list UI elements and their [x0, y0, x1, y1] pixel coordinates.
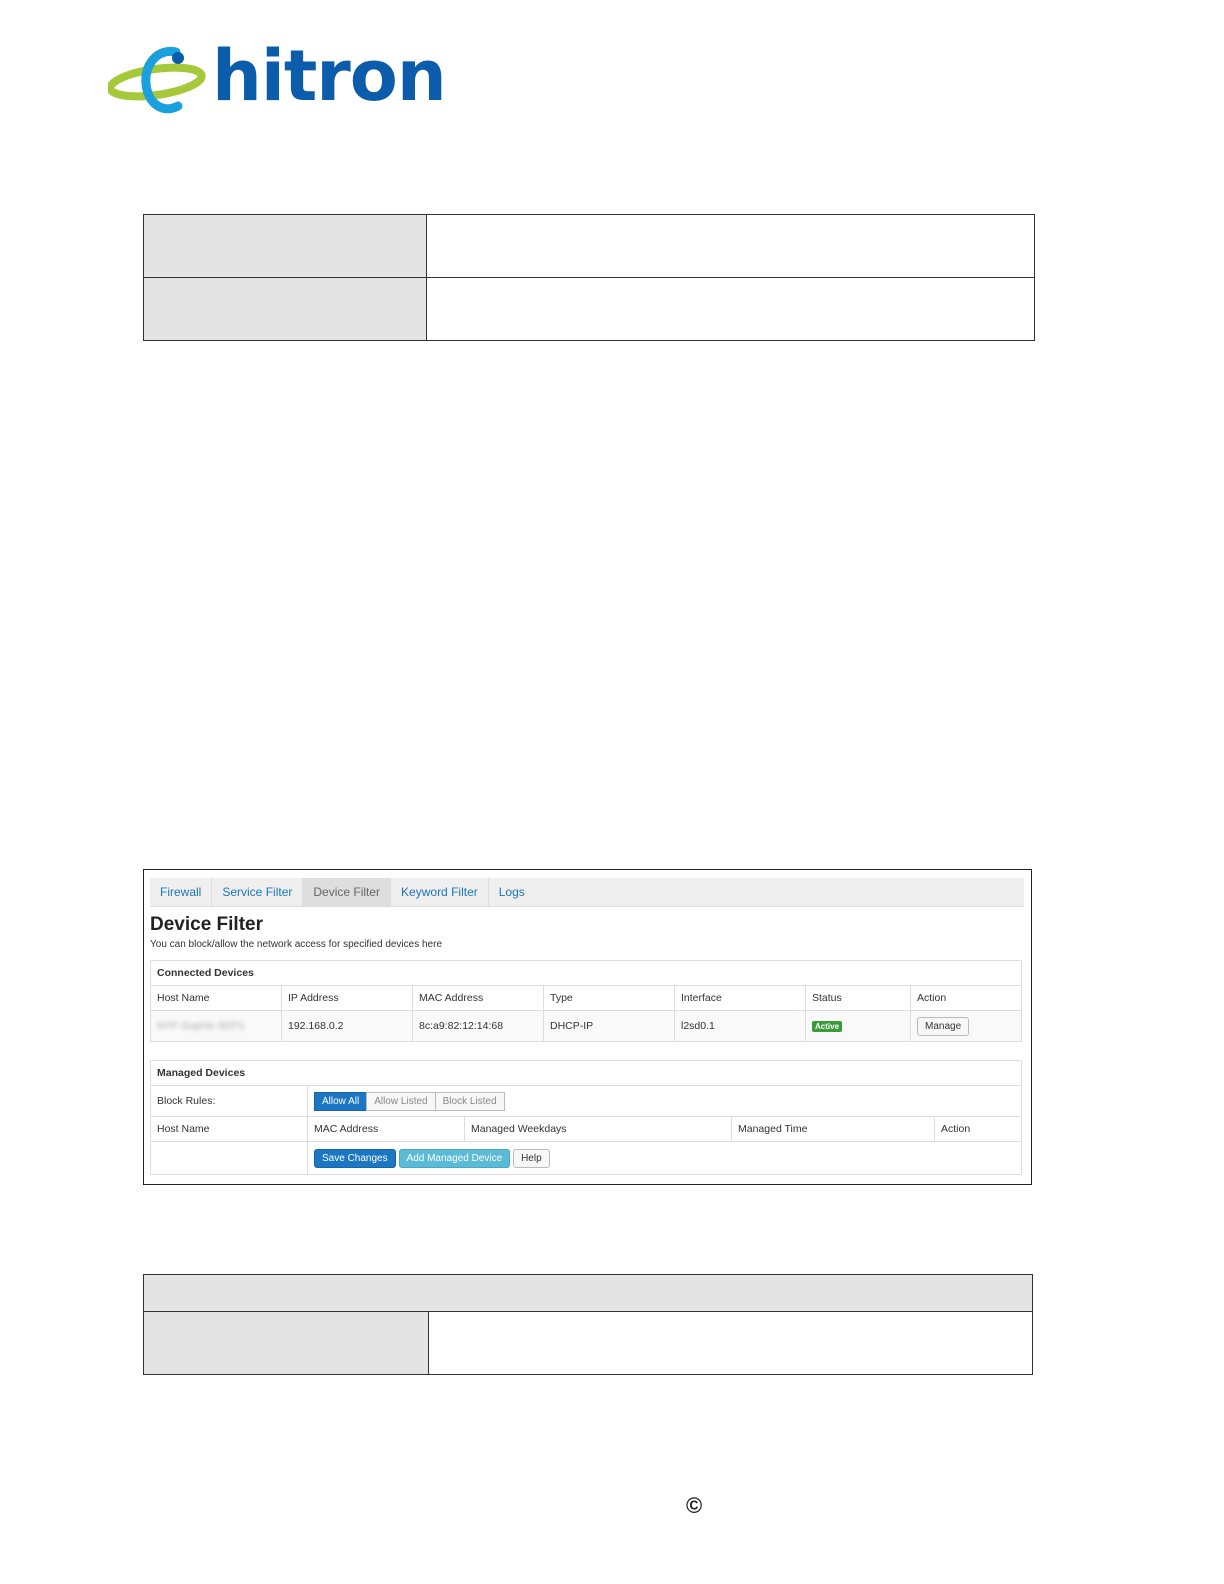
block-listed-button[interactable]: Block Listed: [434, 1091, 505, 1111]
col-action: Action: [910, 985, 1022, 1011]
swoosh-icon: [106, 46, 206, 114]
hitron-logo: hitron: [106, 38, 447, 120]
table-cell: [143, 277, 427, 341]
manage-button[interactable]: Manage: [917, 1016, 970, 1036]
col-ip-address: IP Address: [281, 985, 413, 1011]
table-cell: [426, 214, 1035, 278]
col-host-name: Host Name: [150, 1116, 308, 1142]
table-header-row: Host Name MAC Address Managed Weekdays M…: [150, 1116, 1022, 1142]
actions-cell: Save Changes Add Managed Device Help: [307, 1141, 1022, 1175]
col-status: Status: [805, 985, 911, 1011]
table-header-row: Host Name IP Address MAC Address Type In…: [150, 985, 1022, 1011]
allow-listed-button[interactable]: Allow Listed: [366, 1091, 436, 1111]
ip-address-cell: 192.168.0.2: [281, 1010, 413, 1042]
table-row: [143, 277, 1035, 341]
col-host-name: Host Name: [150, 985, 282, 1011]
col-mac-address: MAC Address: [307, 1116, 465, 1142]
table-cell: [143, 1311, 429, 1375]
action-cell: Manage: [910, 1010, 1022, 1042]
device-filter-screenshot: Firewall Service Filter Device Filter Ke…: [143, 869, 1032, 1185]
copyright-symbol: ©: [686, 1493, 703, 1518]
tab-service-filter[interactable]: Service Filter: [212, 878, 304, 906]
page-title: Device Filter: [150, 914, 263, 935]
add-managed-device-button[interactable]: Add Managed Device: [398, 1148, 511, 1168]
section-title: Managed Devices: [150, 1060, 1022, 1086]
col-managed-time: Managed Time: [731, 1116, 935, 1142]
table-cell: [143, 214, 427, 278]
col-interface: Interface: [674, 985, 806, 1011]
block-rules-row: Block Rules: Allow All Allow Listed Bloc…: [150, 1085, 1022, 1117]
status-badge: Active: [812, 1021, 843, 1032]
managed-devices-table: Managed Devices Block Rules: Allow All A…: [150, 1060, 1022, 1175]
empty-cell: [150, 1141, 308, 1175]
tab-firewall[interactable]: Firewall: [150, 878, 213, 906]
tab-logs[interactable]: Logs: [489, 878, 535, 906]
col-type: Type: [543, 985, 675, 1011]
top-table: [143, 214, 1035, 341]
section-header-row: Managed Devices: [150, 1060, 1022, 1086]
section-title: Connected Devices: [150, 960, 1022, 986]
save-changes-button[interactable]: Save Changes: [314, 1148, 396, 1168]
table-row: [143, 1311, 1033, 1375]
tab-device-filter[interactable]: Device Filter: [303, 878, 392, 906]
status-cell: Active: [805, 1010, 911, 1042]
block-rules-cell: Allow All Allow Listed Block Listed: [307, 1085, 1022, 1117]
blurred-host-name: NYF-Sophie-SEP1: [157, 1020, 245, 1032]
table-header-row: [143, 1274, 1033, 1312]
section-header-row: Connected Devices: [150, 960, 1022, 986]
help-button[interactable]: Help: [513, 1148, 550, 1168]
table-header-cell: [143, 1274, 1033, 1312]
allow-all-button[interactable]: Allow All: [314, 1091, 368, 1111]
col-mac-address: MAC Address: [412, 985, 544, 1011]
interface-cell: l2sd0.1: [674, 1010, 806, 1042]
table-row: NYF-Sophie-SEP1 192.168.0.2 8c:a9:82:12:…: [150, 1010, 1022, 1042]
page-subtitle: You can block/allow the network access f…: [150, 939, 443, 950]
type-cell: DHCP-IP: [543, 1010, 675, 1042]
col-action: Action: [934, 1116, 1022, 1142]
table-row: [143, 214, 1035, 278]
table-cell: [428, 1311, 1033, 1375]
bottom-table: [143, 1274, 1033, 1375]
tab-keyword-filter[interactable]: Keyword Filter: [391, 878, 489, 906]
block-rules-toggle: Allow All Allow Listed Block Listed: [314, 1091, 505, 1111]
brand-name: hitron: [212, 35, 447, 117]
connected-devices-table: Connected Devices Host Name IP Address M…: [150, 960, 1022, 1042]
actions-row: Save Changes Add Managed Device Help: [150, 1141, 1022, 1175]
tab-bar: Firewall Service Filter Device Filter Ke…: [150, 878, 1024, 907]
host-name-cell: NYF-Sophie-SEP1: [150, 1010, 282, 1042]
table-cell: [426, 277, 1035, 341]
col-managed-weekdays: Managed Weekdays: [464, 1116, 732, 1142]
block-rules-label: Block Rules:: [150, 1085, 308, 1117]
mac-address-cell: 8c:a9:82:12:14:68: [412, 1010, 544, 1042]
